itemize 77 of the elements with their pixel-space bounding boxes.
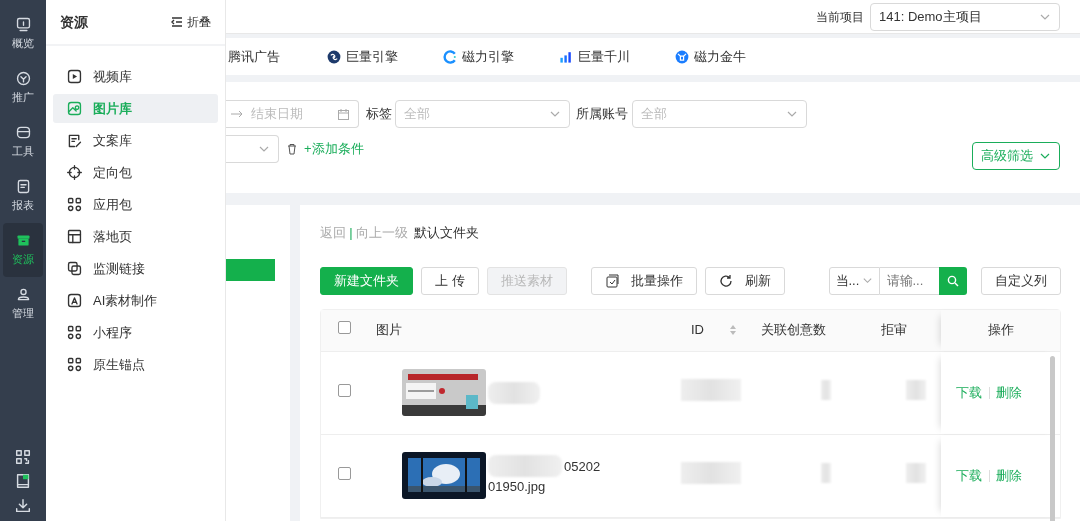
swirl-icon — [326, 48, 342, 65]
layout-icon — [66, 228, 83, 245]
tag-label: 标签 — [365, 105, 392, 124]
drawer-menu-item[interactable]: 落地页 — [53, 222, 218, 251]
column-header: 操作 — [987, 321, 1014, 340]
drawer-menu-item[interactable]: AI素材制作 — [53, 286, 218, 315]
qr-code-icon[interactable] — [14, 447, 32, 466]
file-name: 01950.jpg — [488, 478, 546, 496]
custom-columns-button[interactable]: 自定义列 — [981, 266, 1061, 295]
trash-icon[interactable] — [285, 142, 298, 155]
column-header: 拒审 — [881, 321, 907, 340]
search-scope-select[interactable]: 当... — [828, 266, 880, 295]
project-label: 当前项目 — [816, 8, 864, 26]
breadcrumb-separator: | — [349, 224, 353, 242]
platform-tab[interactable]: 磁力引擎 — [442, 46, 514, 67]
select-all-checkbox[interactable] — [338, 321, 351, 335]
grid-icon — [66, 196, 83, 213]
book-icon[interactable] — [14, 472, 32, 490]
drawer-menu-item[interactable]: 原生锚点 — [53, 350, 218, 379]
drawer-menu-item[interactable]: 应用包 — [53, 190, 218, 219]
current-folder: 默认文件夹 — [414, 224, 480, 242]
rail-nav-item[interactable]: 推广 — [3, 60, 43, 115]
play-icon — [66, 68, 83, 85]
platform-tab[interactable]: 腾讯广告 — [228, 46, 280, 67]
file-name: 05202 — [564, 457, 601, 476]
drawer-title: 资源 — [60, 12, 88, 32]
rail-nav-item[interactable]: 概览 — [3, 6, 43, 61]
sort-icon[interactable] — [729, 324, 737, 336]
calendar-icon — [337, 107, 350, 121]
rail-nav-item[interactable]: 资源 — [3, 222, 43, 277]
collapse-button[interactable]: 折叠 — [169, 13, 211, 31]
blurred-text — [488, 381, 540, 404]
toolbar-button[interactable]: 上 传 — [421, 266, 479, 295]
platform-tab[interactable]: 磁力金牛 — [674, 46, 746, 67]
arrow-right-icon — [230, 109, 244, 119]
platform-tab[interactable]: 巨量引擎 — [326, 46, 398, 67]
collapse-icon — [169, 15, 184, 29]
column-header: 关联创意数 — [761, 321, 826, 340]
project-select[interactable]: 141: Demo主项目 — [870, 2, 1060, 31]
toolbar-button[interactable]: 批量操作 — [590, 266, 697, 295]
search-field[interactable]: 请输... — [879, 266, 939, 295]
blurred-text — [681, 461, 741, 484]
blurred-text — [821, 379, 831, 400]
ai-icon — [66, 292, 83, 309]
drawer-menu-item[interactable]: 小程序 — [53, 318, 218, 347]
column-header: ID — [691, 321, 704, 340]
download-icon[interactable] — [14, 496, 32, 515]
blurred-text — [906, 379, 926, 400]
search-button[interactable] — [938, 266, 967, 295]
checklist-icon — [604, 273, 619, 288]
image-icon — [66, 100, 83, 117]
blurred-text — [906, 462, 926, 483]
copy-icon — [66, 260, 83, 277]
refresh-icon — [718, 273, 733, 288]
chevron-down-icon — [861, 275, 873, 286]
rail-nav-item[interactable]: 工具 — [3, 114, 43, 169]
blurred-text — [681, 378, 741, 401]
toolbar-button[interactable]: 刷新 — [704, 266, 785, 295]
drawer-menu-item[interactable]: 监测链接 — [53, 254, 218, 283]
grid-icon — [66, 324, 83, 341]
search-icon — [946, 274, 959, 287]
blurred-text — [821, 462, 831, 483]
account-label: 所属账号 — [576, 105, 629, 124]
rail-nav-item[interactable]: 管理 — [3, 276, 43, 331]
scrollbar[interactable] — [1050, 355, 1055, 521]
drawer-menu-item[interactable]: 定向包 — [53, 158, 218, 187]
column-header: 图片 — [376, 321, 402, 340]
crosshair-icon — [66, 164, 83, 181]
row-checkbox[interactable] — [338, 466, 351, 480]
row-checkbox[interactable] — [338, 383, 351, 397]
drawer-menu-item[interactable]: 视频库 — [53, 62, 218, 91]
ring-icon — [442, 48, 458, 65]
platform-tab[interactable]: 巨量千川 — [558, 46, 630, 67]
rail-nav-item[interactable]: 报表 — [3, 168, 43, 223]
drawer-menu-item[interactable]: 文案库 — [53, 126, 218, 155]
grid-icon — [66, 356, 83, 373]
document-icon — [66, 132, 83, 149]
